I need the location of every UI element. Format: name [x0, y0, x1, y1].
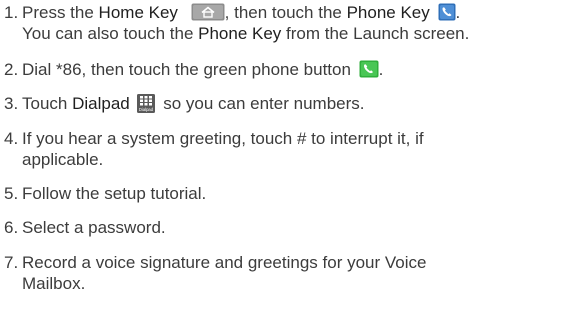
- step-number: 3.: [4, 94, 19, 113]
- step-4-line-2: applicable.: [22, 150, 104, 169]
- green-phone-button-icon: [359, 60, 379, 78]
- step-5: 5. Follow the setup tutorial.: [4, 183, 570, 204]
- step-5-line-1: Follow the setup tutorial.: [22, 184, 207, 203]
- step-7: 7. Record a voice signature and greeting…: [4, 252, 570, 294]
- home-key-icon: [191, 3, 225, 21]
- step-6-line-1: Select a password.: [22, 218, 166, 237]
- step-4-line-1: If you hear a system greeting, touch # t…: [22, 129, 424, 148]
- step-text: Press the: [22, 3, 99, 22]
- phone-key-label: Phone Key: [198, 24, 282, 43]
- step-text: Dial *86, then touch the green phone but…: [22, 60, 351, 79]
- step-7-line-1: Record a voice signature and greetings f…: [22, 253, 427, 272]
- step-2-line-1: Dial *86, then touch the green phone but…: [22, 59, 570, 80]
- instruction-list: 1. Press the Home Key , then touch the P…: [4, 2, 570, 309]
- step-1-line-1: Press the Home Key , then touch the Phon…: [22, 2, 570, 23]
- step-number: 4.: [4, 129, 19, 148]
- step-7-line-2: Mailbox.: [22, 274, 86, 293]
- step-text: , then touch the: [224, 3, 347, 22]
- dialpad-label: Dialpad: [72, 94, 130, 113]
- step-text: .: [378, 60, 384, 79]
- step-number: 6.: [4, 218, 19, 237]
- dialpad-icon-caption: Dialpad: [139, 107, 154, 112]
- step-1: 1. Press the Home Key , then touch the P…: [4, 2, 570, 44]
- dialpad-icon: Dialpad: [137, 94, 156, 113]
- home-key-label: Home Key: [98, 3, 178, 22]
- step-1-line-2: You can also touch the Phone Key from th…: [22, 23, 570, 44]
- step-number: 7.: [4, 253, 19, 272]
- step-text: from the Launch screen.: [281, 24, 470, 43]
- step-3: 3. Touch Dialpad Dialpad so you can ente…: [4, 93, 570, 114]
- step-text: Touch: [22, 94, 73, 113]
- phone-key-label: Phone Key: [346, 3, 430, 22]
- step-number: 2.: [4, 60, 19, 79]
- step-number: 1.: [4, 3, 19, 22]
- step-text: You can also touch the: [22, 24, 199, 43]
- step-6: 6. Select a password.: [4, 217, 570, 238]
- step-3-line-1: Touch Dialpad Dialpad so you can enter n…: [22, 93, 570, 114]
- step-text: so you can enter numbers.: [158, 94, 365, 113]
- step-text: .: [455, 3, 461, 22]
- step-number: 5.: [4, 184, 19, 203]
- phone-key-icon: [438, 3, 456, 21]
- step-4: 4. If you hear a system greeting, touch …: [4, 128, 570, 170]
- step-2: 2. Dial *86, then touch the green phone …: [4, 59, 570, 80]
